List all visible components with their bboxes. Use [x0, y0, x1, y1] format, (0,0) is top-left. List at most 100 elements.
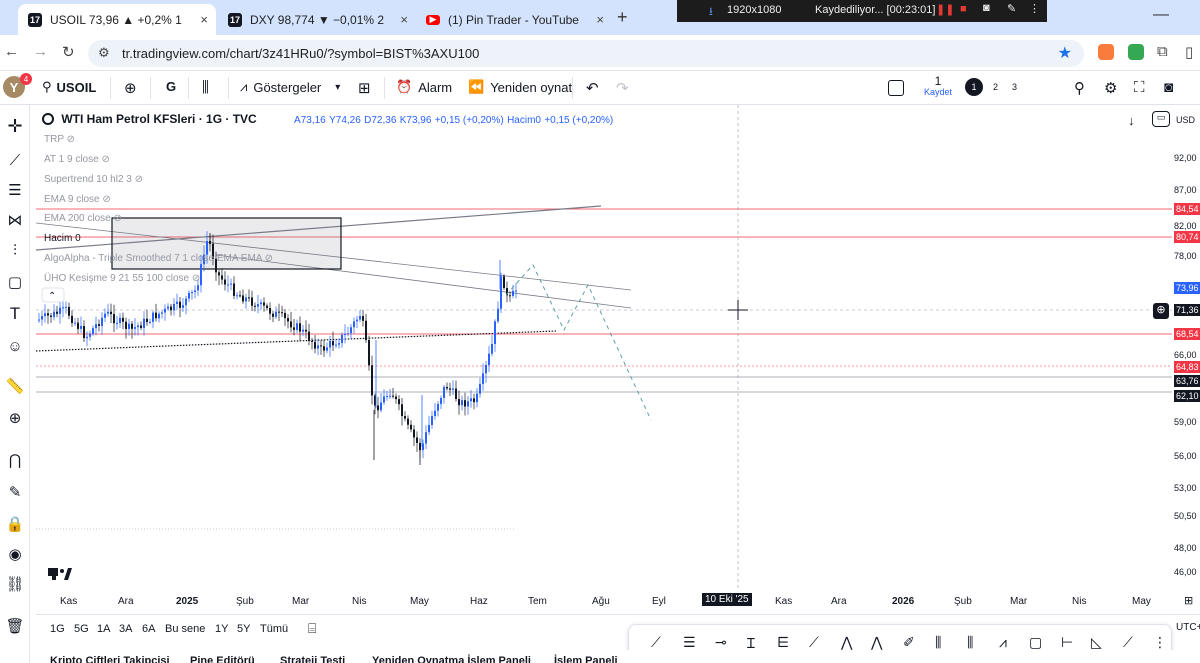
- hidden-eye-icon[interactable]: ⊘: [265, 253, 273, 264]
- volume-legend-item[interactable]: Hacim 0: [44, 233, 81, 244]
- indicators-button[interactable]: ⩘ Göstergeler ▾: [240, 79, 340, 95]
- extension-icon[interactable]: [1128, 44, 1144, 60]
- more-tools-icon[interactable]: ⋮: [1153, 634, 1167, 651]
- currency-label[interactable]: USD: [1176, 115, 1195, 125]
- hidden-eye-icon[interactable]: ⊘: [192, 273, 200, 284]
- panel-tab[interactable]: Yeniden Oynatma İşlem Paneli: [372, 655, 531, 663]
- redo-icon[interactable]: ↷: [616, 79, 629, 97]
- hidden-eye-icon[interactable]: ⊘: [67, 134, 75, 145]
- price-scale[interactable]: ↓ ▭ USD 92,00 87,00 84,54 82,00 80,74 78…: [1128, 105, 1200, 605]
- fib-icon[interactable]: ☰: [4, 179, 26, 201]
- lock-drawing-icon[interactable]: ✎: [4, 481, 26, 503]
- scroll-right-icon[interactable]: ⊞: [1184, 594, 1193, 607]
- range-button[interactable]: Tümü: [260, 623, 288, 635]
- panel-tab[interactable]: İşlem Paneli: [554, 655, 618, 663]
- layout-3[interactable]: 3: [1012, 82, 1017, 92]
- hidden-eye-icon[interactable]: ⊘: [101, 154, 109, 165]
- path-icon[interactable]: ⟋: [809, 634, 819, 651]
- timezone-label[interactable]: UTC+: [1176, 622, 1200, 633]
- date-range-icon[interactable]: ⊢: [1061, 634, 1073, 651]
- indicator-legend-item[interactable]: AlgoAlpha - Triple Smoothed 7 1 close EM…: [44, 253, 273, 264]
- new-tab-button[interactable]: +: [617, 7, 628, 28]
- horizontal-line-icon[interactable]: ⊸: [715, 634, 727, 651]
- layout-selector[interactable]: 1 2 3: [965, 78, 1017, 96]
- magnet-icon[interactable]: ⋂: [4, 449, 26, 471]
- symbol-search-button[interactable]: ⚲ USOIL: [42, 79, 96, 95]
- range-button[interactable]: 5Y: [237, 623, 250, 635]
- emoji-icon[interactable]: ☺: [4, 335, 26, 357]
- elliott-wave-icon[interactable]: ⋀: [871, 634, 882, 651]
- panel-tab[interactable]: Strateji Testi: [280, 655, 345, 663]
- url-field[interactable]: ⚙ tr.tradingview.com/chart/3z41HRu0/?sym…: [88, 40, 1084, 67]
- abcd-pattern-icon[interactable]: ⋀: [841, 634, 852, 651]
- fullscreen-select-icon[interactable]: [888, 80, 904, 96]
- menu-icon[interactable]: ⋮: [1029, 2, 1040, 15]
- pattern-icon[interactable]: ⋈: [4, 209, 26, 231]
- indicator-legend-item[interactable]: Supertrend 10 hl2 3 ⊘: [44, 174, 143, 185]
- layout-2[interactable]: 2: [993, 82, 998, 92]
- back-icon[interactable]: ←: [4, 43, 19, 60]
- auto-scale-icon[interactable]: ▭: [1152, 111, 1170, 127]
- tab-usoil[interactable]: 17 USOIL 73,96 ▲ +0,2% 1 ×: [18, 4, 216, 35]
- ruler-icon[interactable]: 📏: [4, 375, 26, 397]
- indicator-legend-item[interactable]: EMA 200 close ⊘: [44, 213, 122, 224]
- panel-tab[interactable]: Pine Editörü: [190, 655, 255, 663]
- sidebar-icon[interactable]: ▯: [1185, 43, 1193, 61]
- collapse-legend-button[interactable]: ⌃: [41, 287, 65, 303]
- camera-icon[interactable]: ◙: [983, 2, 990, 14]
- compare-add-icon[interactable]: ⊕: [124, 79, 137, 97]
- ray-icon[interactable]: ⟋: [1123, 634, 1133, 651]
- range-button[interactable]: 1Y: [215, 623, 228, 635]
- alert-button[interactable]: ⏰ Alarm: [396, 79, 452, 95]
- pen-icon[interactable]: ✎: [1007, 2, 1016, 15]
- prediction-icon[interactable]: ⫶: [4, 239, 26, 261]
- text-icon[interactable]: T: [4, 303, 26, 325]
- long-position-icon[interactable]: ⫼: [935, 634, 941, 651]
- candles-icon[interactable]: ⫼: [202, 79, 209, 96]
- range-button[interactable]: 1A: [97, 623, 110, 635]
- indicator-legend-item[interactable]: ÜHO Kesişme 9 21 55 100 close ⊘: [44, 273, 200, 284]
- projection-path[interactable]: [505, 264, 652, 421]
- minimize-icon[interactable]: —: [1153, 6, 1169, 24]
- extension-icon[interactable]: [1098, 44, 1114, 60]
- zigzag-icon[interactable]: ⩘: [999, 634, 1007, 651]
- tab-youtube[interactable]: ▶ (1) Pin Trader - YouTube ×: [416, 4, 612, 35]
- eye-icon[interactable]: ◉: [4, 543, 26, 565]
- reload-icon[interactable]: ↻: [62, 43, 75, 61]
- crosshair-icon[interactable]: ✛: [4, 115, 26, 137]
- templates-icon[interactable]: ⊞: [358, 79, 371, 97]
- indicator-legend-item[interactable]: TRP ⊘: [44, 134, 75, 145]
- shapes-icon[interactable]: ▢: [4, 271, 26, 293]
- trendline-icon[interactable]: ⟋: [4, 149, 26, 171]
- layout-1[interactable]: 1: [965, 78, 983, 96]
- range-button[interactable]: 3A: [119, 623, 132, 635]
- panel-tab[interactable]: Kripto Çiftleri Takipçisi: [50, 655, 170, 663]
- brush-icon[interactable]: ✐: [903, 634, 915, 651]
- arrow-down-icon[interactable]: ↓: [1128, 113, 1135, 128]
- lock-icon[interactable]: 🔒: [4, 513, 26, 535]
- undo-icon[interactable]: ↶: [586, 79, 599, 97]
- replay-button[interactable]: ⏪ Yeniden oynat: [468, 79, 572, 95]
- time-axis[interactable]: Kas Ara 2025 Şub Mar Nis May Haz Tem Ağu Eyl 10 Eki…: [36, 590, 1172, 612]
- link-icon[interactable]: ⛓: [4, 573, 26, 595]
- tab-dxy[interactable]: 17 DXY 98,774 ▼ −0,01% 2 ×: [218, 4, 416, 35]
- close-icon[interactable]: ×: [596, 12, 604, 27]
- fullscreen-icon[interactable]: ⛶: [1134, 79, 1145, 96]
- pause-icon[interactable]: ❚❚: [936, 3, 954, 16]
- trendline-icon[interactable]: ⟋: [651, 634, 661, 651]
- hidden-eye-icon[interactable]: ⊘: [114, 213, 122, 224]
- short-position-icon[interactable]: ⫼: [967, 634, 973, 651]
- indicator-legend-item[interactable]: AT 1 9 close ⊘: [44, 154, 110, 165]
- horizontal-ray-icon[interactable]: ☰: [683, 634, 696, 651]
- parallel-channel-icon[interactable]: ⋿: [777, 634, 789, 651]
- triangle-icon[interactable]: ◺: [1091, 634, 1102, 651]
- close-icon[interactable]: ×: [400, 12, 408, 27]
- settings-gear-icon[interactable]: ⚙: [1104, 79, 1117, 97]
- hidden-eye-icon[interactable]: ⊘: [102, 194, 110, 205]
- interval-button[interactable]: G: [166, 79, 176, 94]
- range-button[interactable]: 6A: [142, 623, 155, 635]
- hidden-eye-icon[interactable]: ⊘: [135, 174, 143, 185]
- forward-icon[interactable]: →: [33, 43, 48, 60]
- rectangle-icon[interactable]: ▢: [1029, 634, 1042, 651]
- indicator-legend-item[interactable]: EMA 9 close ⊘: [44, 194, 111, 205]
